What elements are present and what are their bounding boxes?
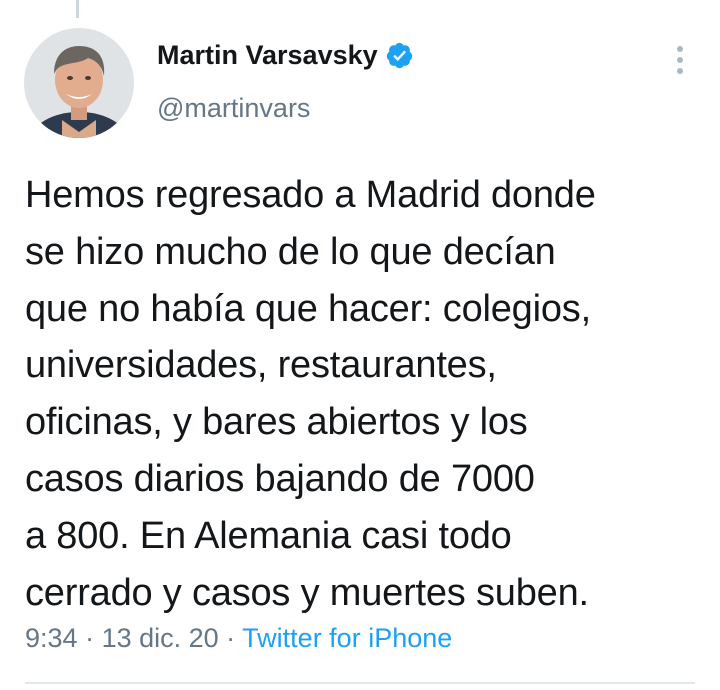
avatar[interactable] [24, 28, 134, 138]
meta-separator-2: · [218, 623, 243, 653]
divider [25, 682, 695, 684]
tweet-date: 13 dic. 20 [101, 623, 219, 653]
meta-separator: · [77, 623, 102, 653]
author-handle[interactable]: @martinvars [157, 93, 310, 124]
author-name-row[interactable]: Martin Varsavsky [157, 40, 414, 71]
tweet-source-link[interactable]: Twitter for iPhone [242, 623, 452, 653]
tweet-text: Hemos regresado a Madrid donde se hizo m… [25, 174, 596, 614]
tweet-time: 9:34 [25, 623, 78, 653]
vertical-ellipsis-icon[interactable] [670, 44, 690, 76]
user-avatar-icon [24, 28, 134, 138]
thread-connector-line [76, 0, 79, 18]
tweet-meta: 9:34 · 13 dic. 20 · Twitter for iPhone [25, 623, 452, 654]
author-display-name[interactable]: Martin Varsavsky [157, 40, 378, 71]
verified-badge-icon [385, 41, 414, 70]
